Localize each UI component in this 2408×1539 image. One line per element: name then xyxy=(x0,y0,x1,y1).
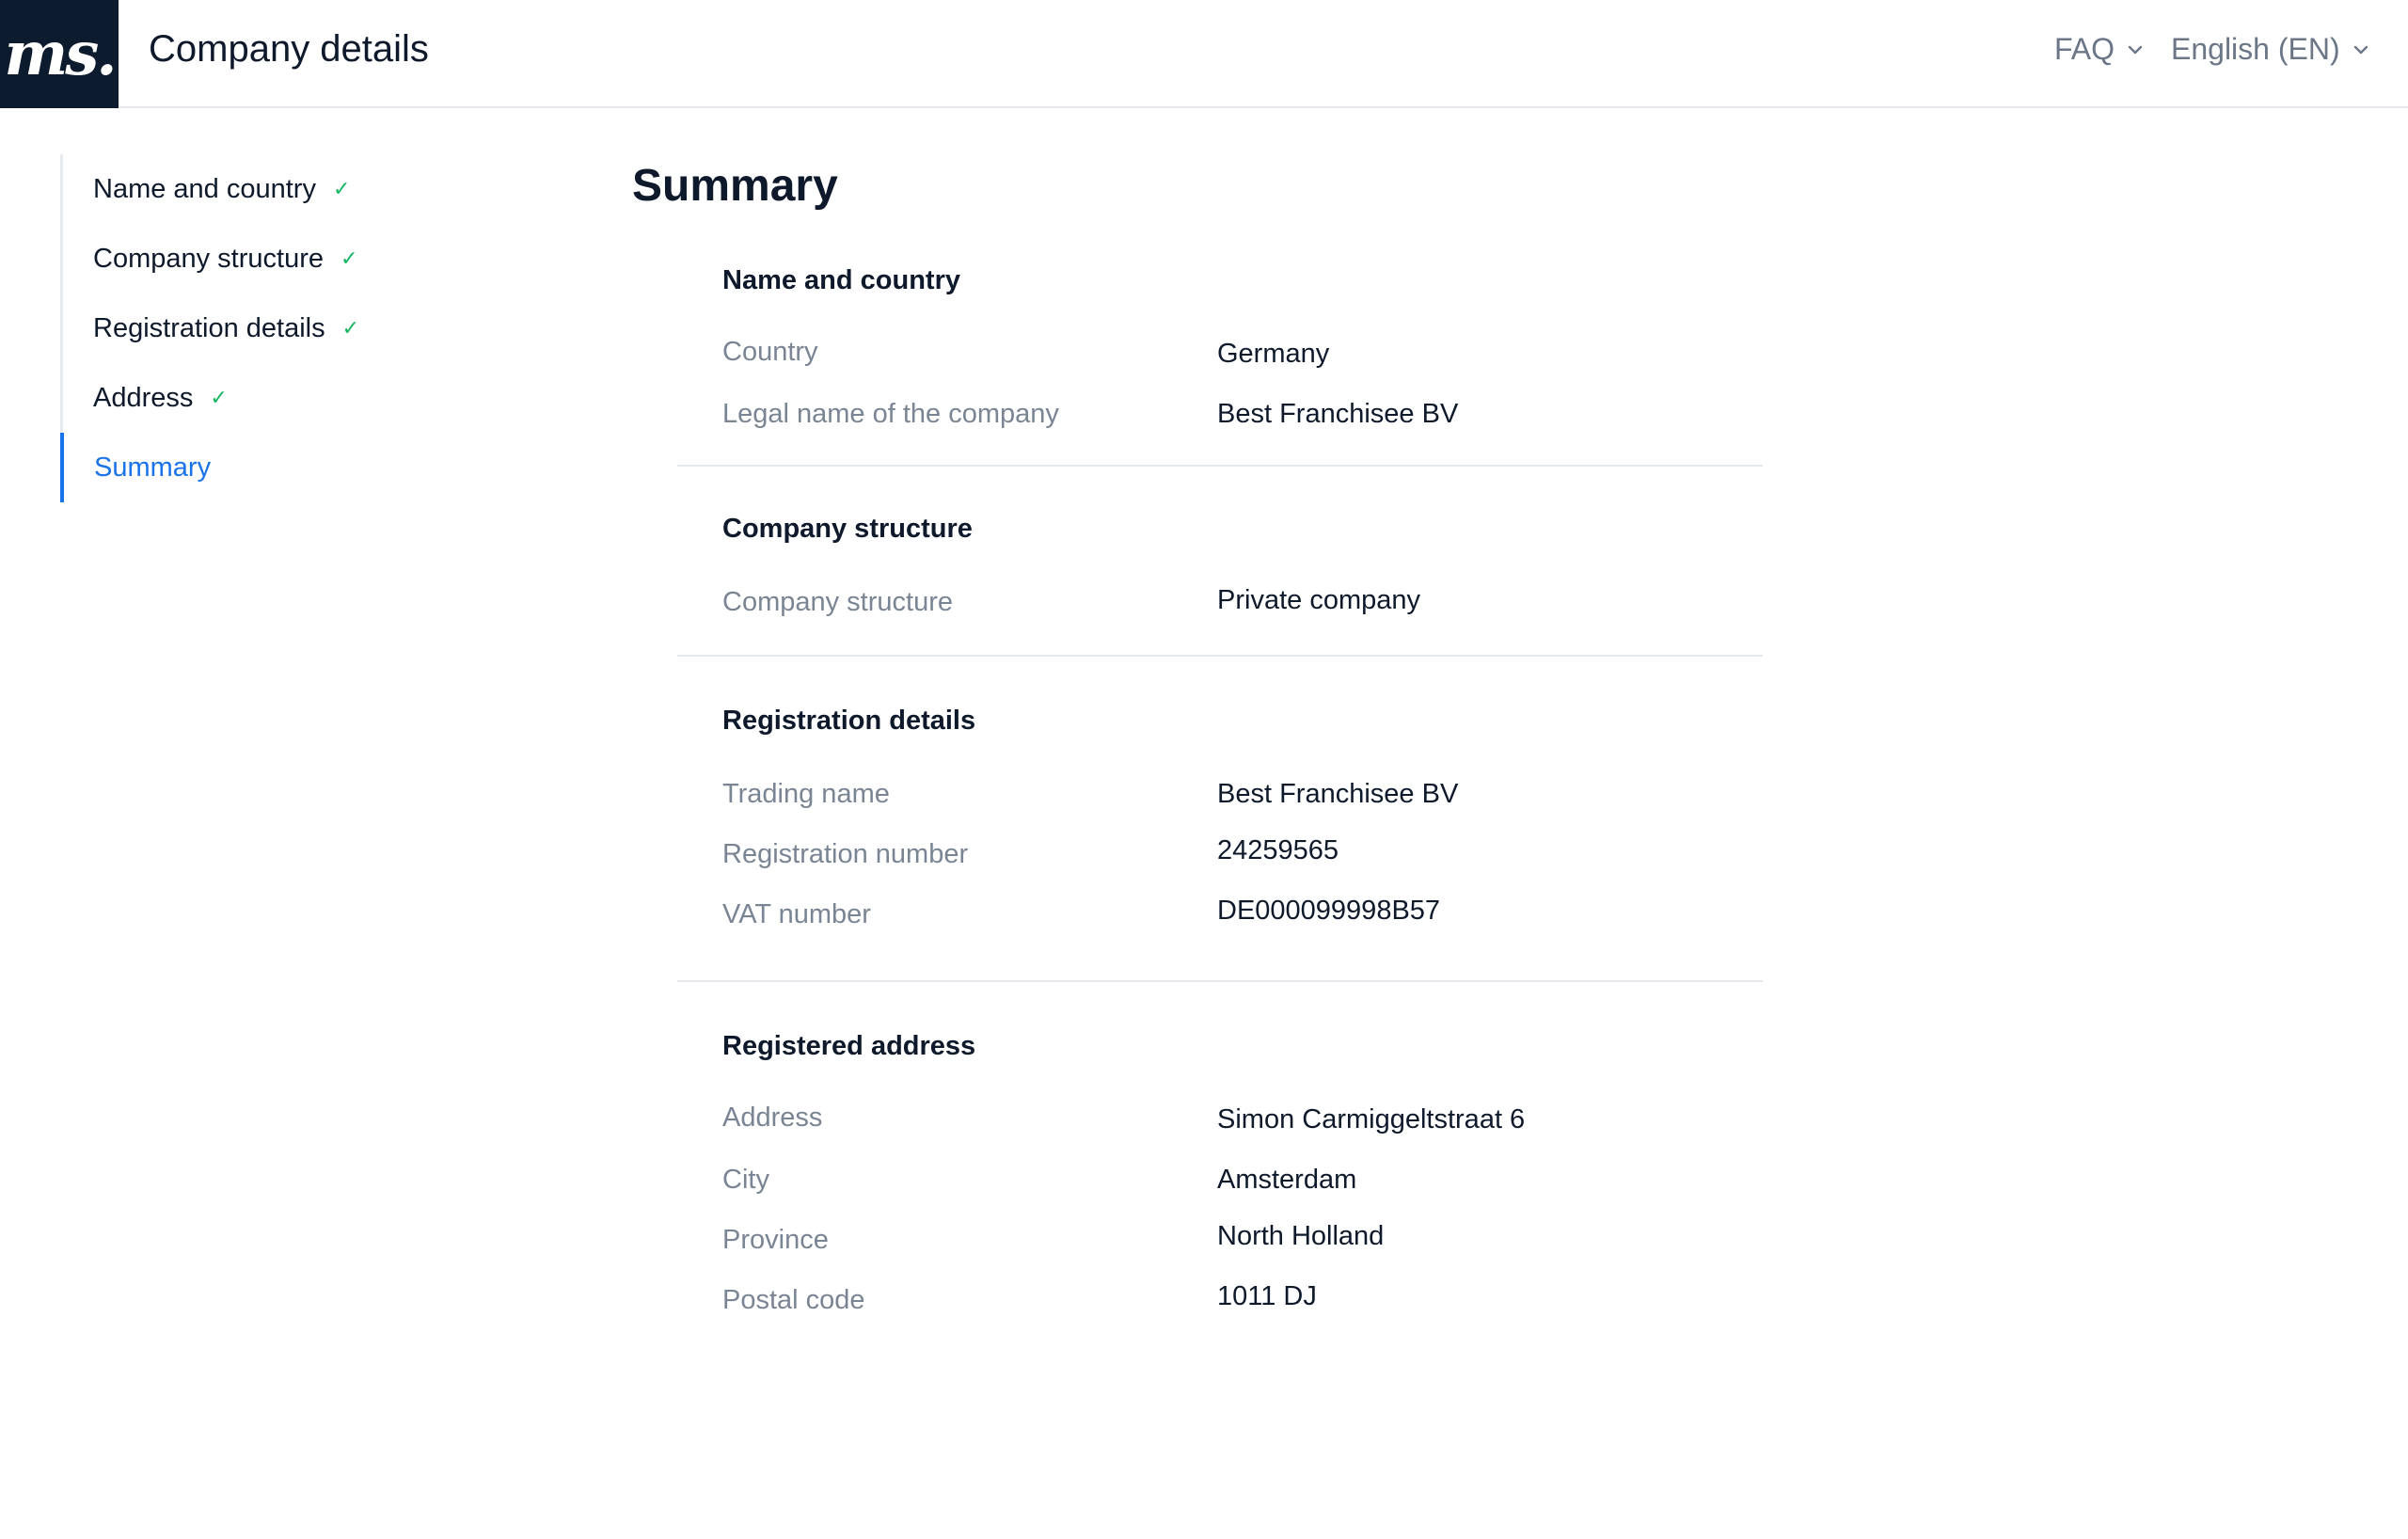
summary-section-company-structure: Company structure Company structure Priv… xyxy=(677,467,1763,657)
sidebar-item-label: Summary xyxy=(94,452,212,483)
sidebar-item-label: Company structure xyxy=(93,243,324,274)
section-title: Company structure xyxy=(722,514,973,544)
summary-section-name-and-country: Name and country Country Germany Legal n… xyxy=(677,254,1763,467)
check-icon: ✓ xyxy=(332,177,351,200)
sidebar-item-company-structure[interactable]: Company structure ✓ xyxy=(60,224,549,294)
language-label: English (EN) xyxy=(2171,32,2340,66)
field-value: Best Franchisee BV xyxy=(1217,399,1459,429)
check-icon: ✓ xyxy=(341,246,358,270)
field-value: Private company xyxy=(1217,585,1420,615)
section-title: Registered address xyxy=(722,1031,976,1061)
field-label: Address xyxy=(722,1103,823,1133)
field-label: Province xyxy=(722,1225,829,1255)
sidebar-item-label: Registration details xyxy=(93,312,325,343)
field-label: Country xyxy=(722,337,818,367)
field-value: 1011 DJ xyxy=(1217,1281,1317,1311)
sidebar-item-name-and-country[interactable]: Name and country ✓ xyxy=(60,154,549,224)
summary-section-registration-details: Registration details Trading name Best F… xyxy=(677,657,1763,982)
chevron-down-icon xyxy=(2353,45,2368,54)
page-title: Summary xyxy=(632,161,838,211)
section-title: Name and country xyxy=(722,265,960,295)
field-value: Germany xyxy=(1217,339,1330,369)
main-content: Summary xyxy=(632,160,1761,212)
field-value: Simon Carmiggeltstraat 6 xyxy=(1217,1104,1526,1134)
page-header-title: Company details xyxy=(149,28,429,70)
steps-sidebar: Name and country ✓ Company structure ✓ R… xyxy=(60,154,549,502)
top-bar: ms. Company details FAQ English (EN) xyxy=(0,0,2408,108)
sidebar-item-registration-details[interactable]: Registration details ✓ xyxy=(60,294,549,363)
field-label: City xyxy=(722,1165,769,1195)
field-label: Company structure xyxy=(722,587,953,617)
field-label: Legal name of the company xyxy=(722,399,1059,429)
check-icon: ✓ xyxy=(341,316,360,340)
sidebar-item-summary[interactable]: Summary xyxy=(60,433,549,502)
field-value: 24259565 xyxy=(1217,835,1339,865)
faq-menu[interactable]: FAQ xyxy=(2054,32,2145,67)
field-value: North Holland xyxy=(1217,1221,1385,1251)
sidebar-item-label: Address xyxy=(93,382,194,413)
brand-logo[interactable]: ms. xyxy=(0,0,119,108)
summary-section-registered-address: Registered address Address Simon Carmigg… xyxy=(677,982,1763,1340)
language-selector[interactable]: English (EN) xyxy=(2171,32,2370,67)
chevron-down-icon xyxy=(2128,45,2143,54)
field-label: Registration number xyxy=(722,839,969,869)
field-label: Trading name xyxy=(722,779,890,809)
sidebar-item-label: Name and country xyxy=(93,173,316,204)
field-value: DE000099998B57 xyxy=(1217,896,1441,926)
logo-text: ms. xyxy=(4,19,117,89)
field-label: Postal code xyxy=(722,1285,865,1315)
section-title: Registration details xyxy=(722,706,976,736)
field-value: Best Franchisee BV xyxy=(1217,779,1459,809)
check-icon: ✓ xyxy=(210,386,228,409)
sidebar-item-address[interactable]: Address ✓ xyxy=(60,363,549,433)
faq-label: FAQ xyxy=(2054,32,2115,66)
field-label: VAT number xyxy=(722,899,871,929)
field-value: Amsterdam xyxy=(1217,1165,1357,1195)
